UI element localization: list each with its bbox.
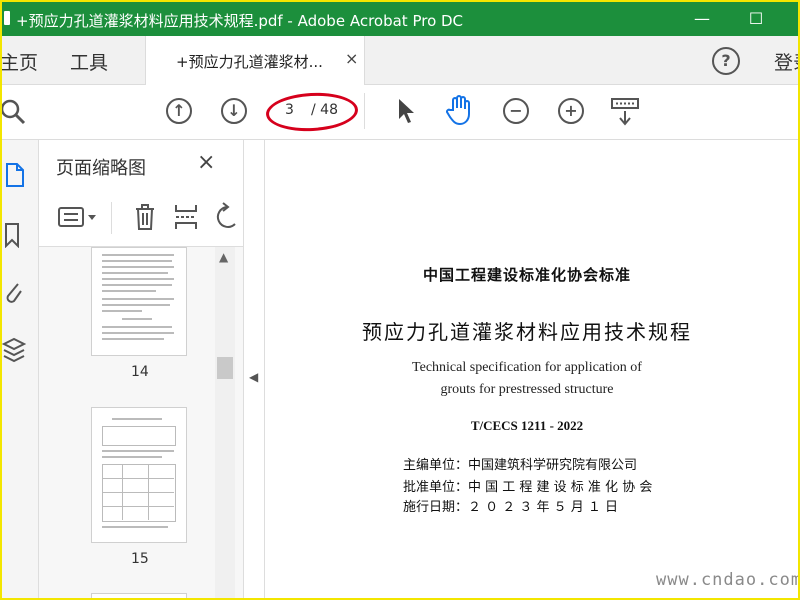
site-watermark: www.cndao.com bbox=[656, 570, 800, 590]
collapse-panel-icon[interactable]: ◀ bbox=[249, 370, 258, 384]
app-window: +预应力孔道灌浆材料应用技术规程.pdf - Adobe Acrobat Pro… bbox=[0, 0, 800, 600]
toolbar-divider bbox=[364, 93, 365, 129]
select-cursor-icon[interactable] bbox=[396, 97, 418, 125]
page-display-icon[interactable] bbox=[610, 97, 640, 127]
maximize-icon: ☐ bbox=[748, 9, 764, 28]
delete-icon[interactable] bbox=[133, 202, 157, 232]
standard-code: T/CECS 1211 - 2022 bbox=[470, 418, 584, 433]
page-thumbnail[interactable] bbox=[91, 593, 187, 598]
options-menu-icon[interactable] bbox=[57, 206, 101, 230]
tab-bar: 主页 工具 +预应力孔道灌浆材... × ? 登录 bbox=[2, 36, 798, 85]
panel-toolbar bbox=[39, 190, 243, 247]
search-icon[interactable] bbox=[0, 97, 28, 127]
login-link[interactable]: 登录 bbox=[774, 48, 798, 75]
hand-tool-icon[interactable] bbox=[445, 94, 475, 126]
maximize-button[interactable]: ☐ bbox=[736, 6, 776, 32]
document-title-en-line2: grouts for prestressed structure bbox=[440, 382, 614, 397]
tab-home[interactable]: 主页 bbox=[2, 48, 38, 75]
panel-title: 页面缩略图 bbox=[56, 158, 146, 179]
window-title: +预应力孔道灌浆材料应用技术规程.pdf - Adobe Acrobat Pro… bbox=[16, 12, 464, 30]
toolbar: ↑ ↓ 3 / 48 − + bbox=[2, 85, 798, 140]
zoom-out-icon[interactable]: − bbox=[503, 98, 529, 124]
approver-unit: 批准单位：中 国 工 程 建 设 标 准 化 协 会 bbox=[403, 480, 653, 495]
close-tab-icon[interactable]: × bbox=[345, 49, 358, 68]
attachment-icon[interactable] bbox=[2, 278, 24, 306]
page-thumbnails-icon[interactable] bbox=[4, 162, 26, 188]
thumbnail-label: 15 bbox=[131, 551, 149, 567]
scrollbar-thumb[interactable] bbox=[217, 357, 233, 379]
thumbnail-label: 14 bbox=[131, 364, 149, 380]
document-view: 中国工程建设标准化协会标准 预应力孔道灌浆材料应用技术规程 Technical … bbox=[264, 140, 798, 598]
page-thumbnail[interactable] bbox=[91, 247, 187, 356]
tab-document[interactable]: +预应力孔道灌浆材... × bbox=[145, 36, 365, 85]
layers-icon[interactable] bbox=[2, 336, 26, 364]
app-icon bbox=[4, 11, 10, 25]
previous-page-icon[interactable]: ↑ bbox=[166, 98, 192, 124]
panel-toolbar-divider bbox=[111, 202, 112, 234]
thumbnail-list: 14 15 ▲ bbox=[39, 247, 243, 598]
document-title-cn: 预应力孔道灌浆材料应用技术规程 bbox=[362, 320, 692, 344]
tab-tools[interactable]: 工具 bbox=[70, 48, 108, 75]
thumbnail-scrollbar[interactable] bbox=[215, 247, 235, 598]
minimize-icon: — bbox=[694, 9, 710, 28]
page-thumbnails-panel: 页面缩略图 × 14 15 ▲ bbox=[39, 140, 244, 598]
next-page-icon[interactable]: ↓ bbox=[221, 98, 247, 124]
rotate-icon[interactable] bbox=[213, 202, 243, 232]
scroll-up-icon[interactable]: ▲ bbox=[219, 250, 228, 264]
standard-organization: 中国工程建设标准化协会标准 bbox=[422, 266, 631, 284]
minimize-button[interactable]: — bbox=[682, 6, 722, 32]
page-thumbnail[interactable] bbox=[91, 407, 187, 543]
insert-page-icon[interactable] bbox=[173, 202, 199, 232]
title-bar: +预应力孔道灌浆材料应用技术规程.pdf - Adobe Acrobat Pro… bbox=[2, 2, 798, 36]
effective-date: 施行日期：２ ０ ２ ３ 年 ５ 月 １ 日 bbox=[403, 500, 619, 515]
close-panel-icon[interactable]: × bbox=[197, 150, 215, 175]
zoom-in-icon[interactable]: + bbox=[558, 98, 584, 124]
left-navigation-rail bbox=[2, 140, 39, 598]
document-title-en-line1: Technical specification for application … bbox=[412, 360, 642, 375]
help-icon[interactable]: ? bbox=[712, 47, 740, 75]
bookmark-icon[interactable] bbox=[4, 222, 22, 248]
document-tab-label: +预应力孔道灌浆材... bbox=[176, 53, 323, 71]
editor-unit: 主编单位：中国建筑科学研究院有限公司 bbox=[403, 458, 638, 473]
